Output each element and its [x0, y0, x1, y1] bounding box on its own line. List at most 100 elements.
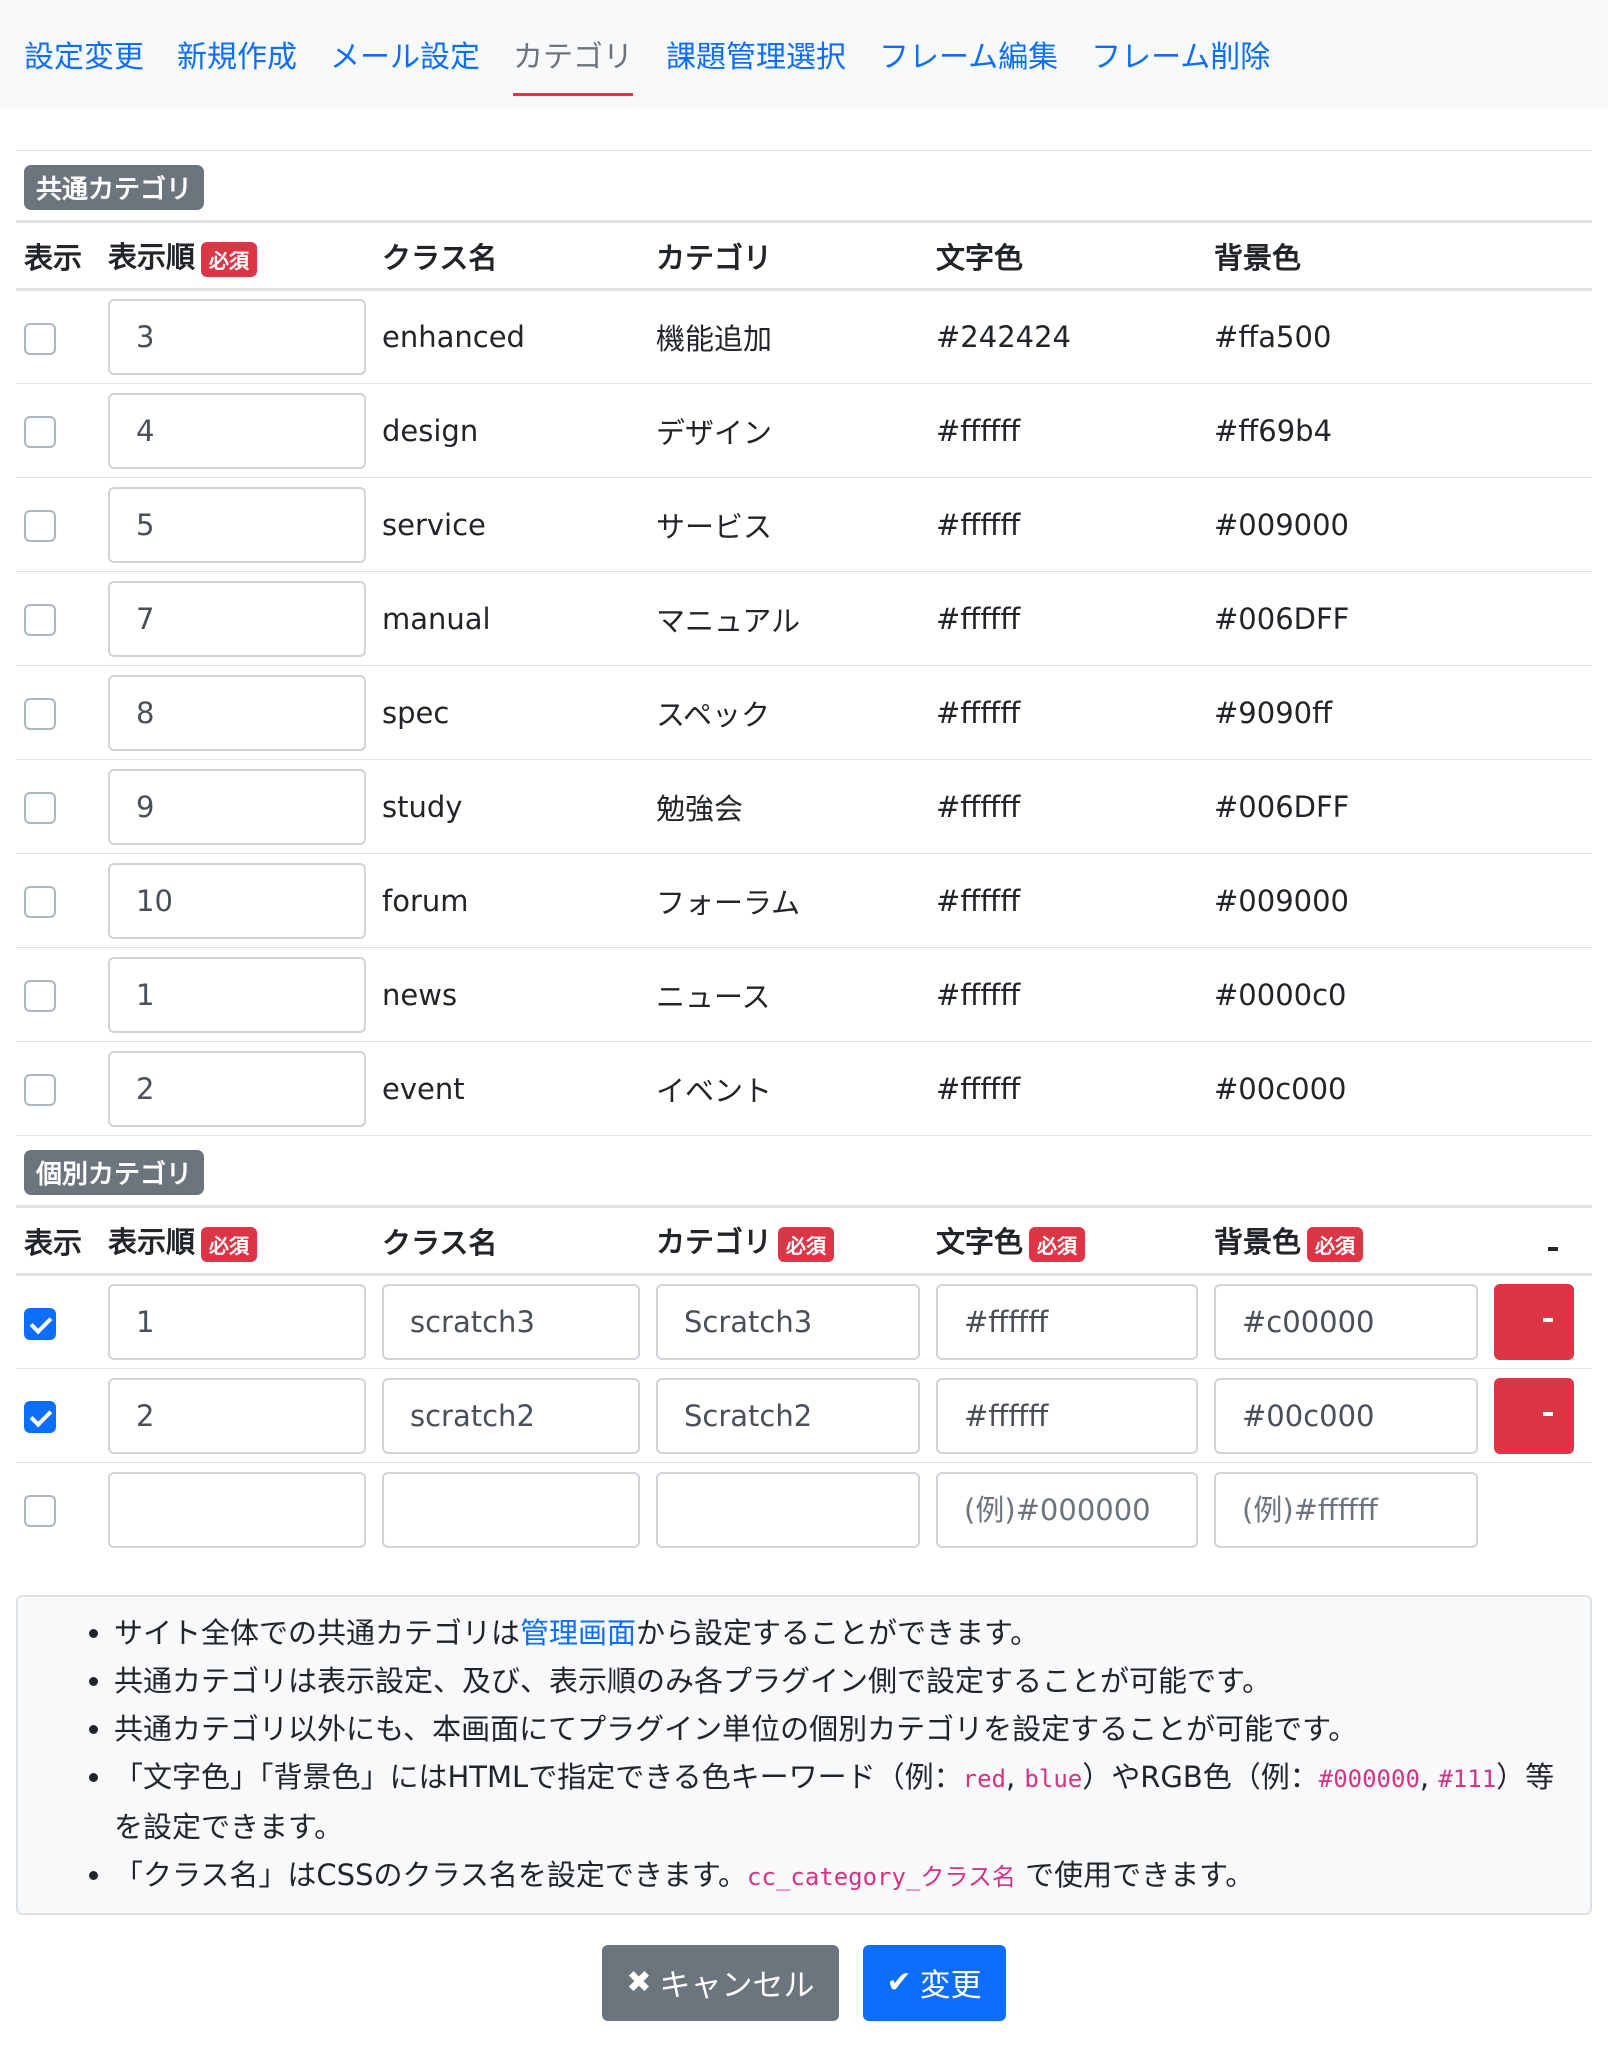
category-name: スペック: [656, 697, 770, 732]
bg-color-value: #006DFF: [1214, 601, 1350, 636]
bg-color-value: #006DFF: [1214, 789, 1350, 824]
delete-button[interactable]: [1494, 1377, 1574, 1454]
category-name: マニュアル: [656, 603, 801, 638]
common-row: manual マニュアル #ffffff #006DFF: [16, 571, 1592, 666]
show-checkbox[interactable]: [24, 1401, 56, 1433]
show-checkbox[interactable]: [24, 604, 56, 636]
class-name: event: [382, 1071, 465, 1106]
close-icon: ✖: [626, 1965, 652, 2000]
tab-5[interactable]: フレーム編集: [879, 32, 1058, 76]
tab-2[interactable]: メール設定: [330, 32, 480, 76]
submit-button[interactable]: ✔ 変更: [862, 1944, 1006, 2021]
order-input[interactable]: [108, 956, 366, 1033]
order-input[interactable]: [108, 486, 366, 563]
order-input[interactable]: [108, 1050, 366, 1127]
text-color-value: #ffffff: [936, 695, 1021, 730]
category-input[interactable]: [656, 1377, 920, 1454]
bg-color-value: #00c000: [1214, 1071, 1347, 1106]
show-checkbox[interactable]: [24, 886, 56, 918]
required-badge: 必須: [201, 241, 258, 277]
admin-page-link[interactable]: 管理画面: [520, 1616, 636, 1650]
class-name: news: [382, 977, 458, 1012]
tab-6[interactable]: フレーム削除: [1091, 32, 1270, 76]
required-badge: 必須: [1307, 1226, 1364, 1262]
bg-color-input[interactable]: [1214, 1377, 1478, 1454]
new-category-row: [16, 1463, 1592, 1557]
class-input[interactable]: [382, 1284, 640, 1360]
show-checkbox[interactable]: [24, 322, 56, 355]
class-name: service: [382, 507, 486, 542]
common-row: event イベント #ffffff #00c000: [16, 1041, 1592, 1136]
class-input[interactable]: [382, 1377, 640, 1454]
order-input[interactable]: [108, 1284, 366, 1360]
text-color-value: #ffffff: [936, 789, 1021, 824]
note-item: サイト全体での共通カテゴリは管理画面から設定することができます。: [114, 1609, 1570, 1657]
delete-button[interactable]: [1494, 1284, 1574, 1360]
show-checkbox[interactable]: [24, 510, 56, 542]
order-input[interactable]: [108, 392, 366, 469]
cancel-button[interactable]: ✖ キャンセル: [602, 1944, 839, 2021]
individual-category-table: 表示 表示順 必須 クラス名 カテゴリ 必須 文字色 必須 背景色 必須: [16, 1205, 1592, 1557]
order-input[interactable]: [108, 862, 366, 939]
show-checkbox[interactable]: [24, 416, 56, 448]
text-color-input[interactable]: [936, 1377, 1198, 1454]
bg-color-value: #009000: [1214, 507, 1350, 542]
category-name: ニュース: [656, 979, 771, 1014]
order-input[interactable]: [108, 1377, 366, 1454]
header-delete: [1486, 1205, 1592, 1276]
bg-color-input[interactable]: [1214, 1471, 1478, 1548]
common-row: forum フォーラム #ffffff #009000: [16, 853, 1592, 948]
category-name: 勉強会: [656, 791, 744, 826]
class-input[interactable]: [382, 1471, 640, 1548]
text-color-value: #ffffff: [936, 883, 1021, 918]
info-notes-box: サイト全体での共通カテゴリは管理画面から設定することができます。 共通カテゴリは…: [16, 1594, 1592, 1915]
tab-0[interactable]: 設定変更: [24, 32, 144, 76]
header-order: 表示順 必須: [100, 220, 374, 291]
class-name: manual: [382, 601, 491, 636]
common-row: news ニュース #ffffff #0000c0: [16, 947, 1592, 1042]
show-checkbox[interactable]: [24, 1307, 56, 1340]
required-badge: 必須: [201, 1226, 258, 1262]
show-checkbox[interactable]: [24, 698, 56, 730]
category-input[interactable]: [656, 1471, 920, 1548]
order-input[interactable]: [108, 299, 366, 375]
tab-1[interactable]: 新規作成: [177, 32, 297, 76]
bg-color-value: #ffa500: [1214, 320, 1332, 354]
bg-color-input[interactable]: [1214, 1284, 1478, 1360]
show-checkbox[interactable]: [24, 980, 56, 1012]
text-color-value: #ffffff: [936, 601, 1021, 636]
category-name: デザイン: [656, 415, 773, 450]
common-row: enhanced 機能追加 #242424 #ffa500: [16, 289, 1592, 384]
common-header-row: 表示 表示順 必須 クラス名 カテゴリ 文字色 背景色: [16, 220, 1592, 291]
header-text-color: 文字色 必須: [928, 1205, 1206, 1276]
text-color-value: #ffffff: [936, 507, 1021, 542]
order-input[interactable]: [108, 674, 366, 751]
order-input[interactable]: [108, 580, 366, 657]
notes-list: サイト全体での共通カテゴリは管理画面から設定することができます。 共通カテゴリは…: [18, 1609, 1570, 1901]
order-input[interactable]: [108, 1471, 366, 1548]
common-row: design デザイン #ffffff #ff69b4: [16, 383, 1592, 478]
order-input[interactable]: [108, 768, 366, 845]
individual-row: [16, 1368, 1592, 1463]
tab-4[interactable]: 課題管理選択: [666, 32, 846, 76]
text-color-input[interactable]: [936, 1284, 1198, 1360]
header-category: カテゴリ: [648, 220, 928, 291]
text-color-value: #242424: [936, 320, 1072, 354]
note-item: 共通カテゴリは表示設定、及び、表示順のみ各プラグイン側で設定することが可能です。: [114, 1657, 1570, 1705]
required-badge: 必須: [778, 1226, 835, 1262]
show-checkbox[interactable]: [24, 1074, 56, 1106]
show-checkbox[interactable]: [24, 792, 56, 824]
header-category: カテゴリ 必須: [648, 1205, 928, 1276]
show-checkbox[interactable]: [24, 1495, 56, 1528]
check-icon: ✔: [886, 1965, 912, 2000]
category-name: 機能追加: [656, 322, 773, 356]
class-name: enhanced: [382, 320, 525, 354]
header-bg-color: 背景色: [1206, 220, 1486, 291]
note-item: 「クラス名」はCSSのクラス名を設定できます。cc_category_クラス名 …: [114, 1851, 1570, 1901]
header-order: 表示順 必須: [100, 1205, 374, 1276]
text-color-input[interactable]: [936, 1471, 1198, 1548]
tab-3[interactable]: カテゴリ: [513, 32, 633, 96]
text-color-value: #ffffff: [936, 413, 1021, 448]
category-name: サービス: [656, 509, 773, 544]
category-input[interactable]: [656, 1284, 920, 1360]
